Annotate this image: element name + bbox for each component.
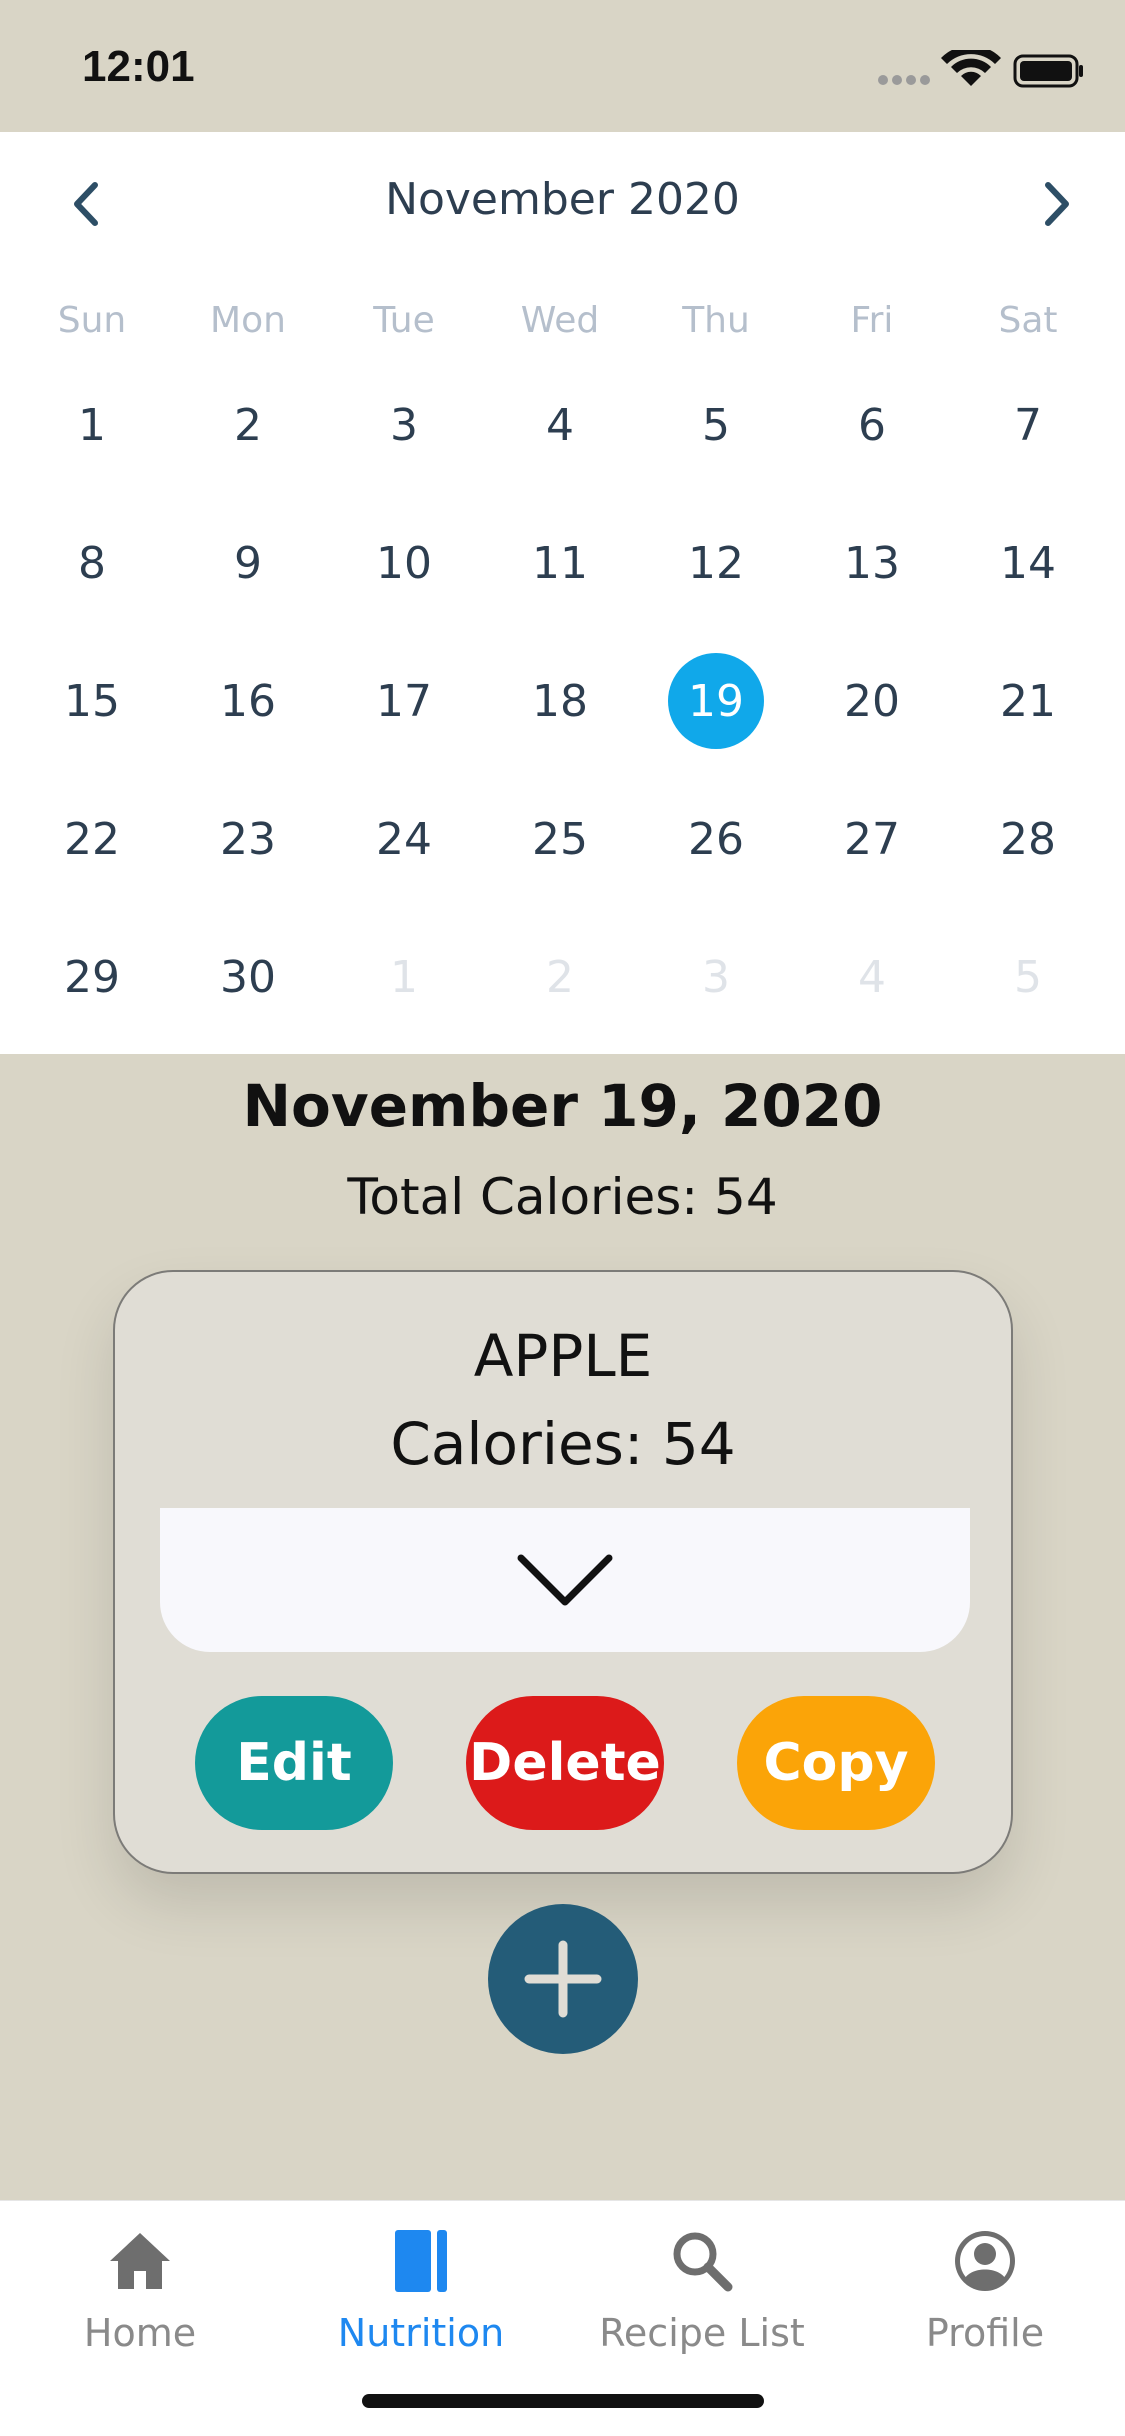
status-time: 12:01 xyxy=(82,42,195,91)
tab-label: Home xyxy=(83,2311,197,2355)
calendar-day[interactable]: 26 xyxy=(638,770,794,908)
search-icon xyxy=(673,2232,733,2292)
calendar-day[interactable]: 18 xyxy=(482,632,638,770)
tab-recipe-list[interactable]: Recipe List xyxy=(562,2221,842,2371)
calendar-day[interactable]: 2 xyxy=(170,356,326,494)
calendar-day[interactable]: 13 xyxy=(794,494,950,632)
next-month-button[interactable] xyxy=(1027,174,1087,234)
calendar-day-next-month[interactable]: 4 xyxy=(794,908,950,1046)
calendar-day-next-month[interactable]: 2 xyxy=(482,908,638,1046)
plus-icon xyxy=(524,1940,602,2018)
tab-nutrition[interactable]: Nutrition xyxy=(281,2221,561,2371)
calendar-day[interactable]: 10 xyxy=(326,494,482,632)
calendar-day[interactable]: 17 xyxy=(326,632,482,770)
battery-icon xyxy=(1013,54,1083,88)
status-icons xyxy=(875,45,1085,95)
month-title: November 2020 xyxy=(385,174,740,225)
tab-home[interactable]: Home xyxy=(0,2221,280,2371)
calendar-day[interactable]: 1 xyxy=(14,356,170,494)
calendar-week: 1 2 3 4 5 6 7 xyxy=(14,356,1111,494)
calendar-week: 22 23 24 25 26 27 28 xyxy=(14,770,1111,908)
weekday-label: Sun xyxy=(57,300,127,341)
calendar: November 2020 Sun Mon Tue Wed Thu Fri Sa… xyxy=(0,132,1125,1054)
tab-label: Profile xyxy=(925,2311,1045,2355)
home-indicator xyxy=(362,2394,764,2408)
calendar-day[interactable]: 25 xyxy=(482,770,638,908)
calendar-week: 29 30 1 2 3 4 5 xyxy=(14,908,1111,1046)
weekday-label: Wed xyxy=(520,300,600,341)
home-icon xyxy=(110,2233,170,2289)
calendar-day[interactable]: 14 xyxy=(950,494,1106,632)
delete-button[interactable]: Delete xyxy=(466,1696,664,1830)
calendar-day[interactable]: 28 xyxy=(950,770,1106,908)
calendar-day[interactable]: 27 xyxy=(794,770,950,908)
calendar-day[interactable]: 6 xyxy=(794,356,950,494)
edit-button[interactable]: Edit xyxy=(195,1696,393,1830)
status-bar: 12:01 xyxy=(0,0,1125,132)
food-name: APPLE xyxy=(473,1322,653,1390)
chevron-right-icon xyxy=(1045,182,1069,226)
calendar-week: 15 16 17 18 19 20 21 xyxy=(14,632,1111,770)
selected-date-title: November 19, 2020 xyxy=(242,1072,883,1140)
weekday-label: Tue xyxy=(373,300,435,341)
add-food-button[interactable] xyxy=(488,1904,638,2054)
total-calories: Total Calories: 54 xyxy=(347,1168,778,1226)
calendar-day[interactable]: 22 xyxy=(14,770,170,908)
chevron-down-icon xyxy=(517,1554,613,1606)
calendar-day[interactable]: 5 xyxy=(638,356,794,494)
calendar-day[interactable]: 9 xyxy=(170,494,326,632)
copy-button[interactable]: Copy xyxy=(737,1696,935,1830)
calendar-day[interactable]: 23 xyxy=(170,770,326,908)
calendar-day[interactable]: 16 xyxy=(170,632,326,770)
calendar-day[interactable]: 11 xyxy=(482,494,638,632)
weekday-label: Thu xyxy=(682,300,750,341)
calendar-day[interactable]: 3 xyxy=(326,356,482,494)
calendar-day[interactable]: 20 xyxy=(794,632,950,770)
calendar-day[interactable]: 12 xyxy=(638,494,794,632)
profile-icon xyxy=(955,2231,1015,2291)
calendar-day[interactable]: 30 xyxy=(170,908,326,1046)
calendar-day-next-month[interactable]: 3 xyxy=(638,908,794,1046)
tab-profile[interactable]: Profile xyxy=(845,2221,1125,2371)
tab-label: Recipe List xyxy=(599,2311,805,2355)
food-entry-card: APPLE Calories: 54 Edit Delete Copy xyxy=(113,1270,1013,1874)
calendar-day-next-month[interactable]: 1 xyxy=(326,908,482,1046)
food-calories: Calories: 54 xyxy=(390,1410,736,1478)
calendar-day[interactable]: 24 xyxy=(326,770,482,908)
book-icon xyxy=(395,2230,447,2292)
weekday-label: Mon xyxy=(210,300,286,341)
tab-label: Nutrition xyxy=(337,2311,505,2355)
calendar-day[interactable]: 21 xyxy=(950,632,1106,770)
calendar-day[interactable]: 8 xyxy=(14,494,170,632)
cellular-signal-icon xyxy=(878,75,930,85)
calendar-day-selected[interactable]: 19 xyxy=(638,632,794,770)
weekday-label: Sat xyxy=(998,300,1058,341)
calendar-day[interactable]: 15 xyxy=(14,632,170,770)
calendar-day[interactable]: 7 xyxy=(950,356,1106,494)
weekday-header: Sun Mon Tue Wed Thu Fri Sat xyxy=(0,300,1125,360)
calendar-day[interactable]: 29 xyxy=(14,908,170,1046)
calendar-day-next-month[interactable]: 5 xyxy=(950,908,1106,1046)
expand-details-button[interactable] xyxy=(160,1508,970,1652)
wifi-icon xyxy=(941,45,1001,86)
weekday-label: Fri xyxy=(850,300,894,341)
calendar-day[interactable]: 4 xyxy=(482,356,638,494)
calendar-week: 8 9 10 11 12 13 14 xyxy=(14,494,1111,632)
